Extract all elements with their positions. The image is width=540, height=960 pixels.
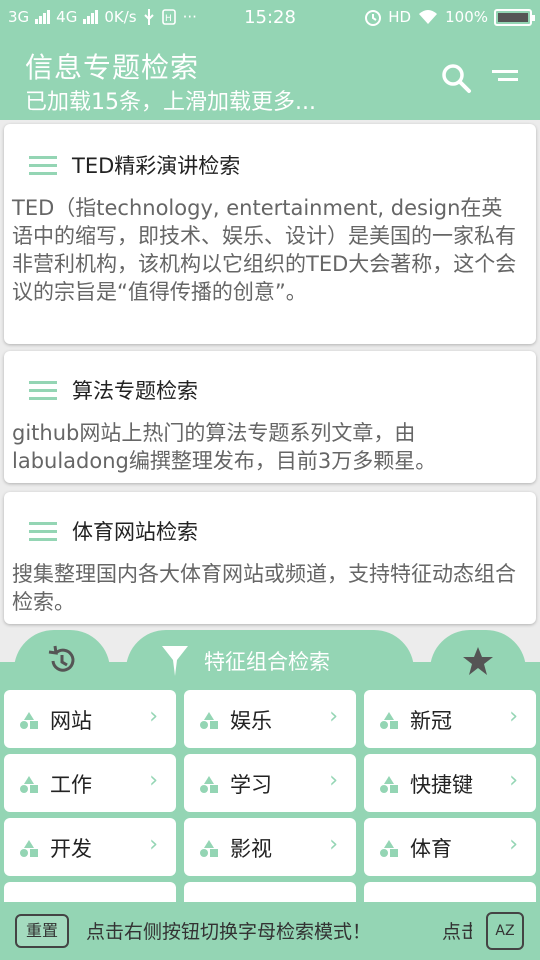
category-item[interactable]: 娱乐 › bbox=[184, 690, 356, 748]
category-item-partial[interactable] bbox=[184, 882, 356, 902]
category-item[interactable]: 快捷键 › bbox=[364, 754, 536, 812]
load-status: 已加载15条，上滑加载更多... bbox=[25, 90, 316, 115]
card-title: 体育网站检索 bbox=[72, 520, 198, 544]
hint-marquee: 点击右侧按钮切换字母检索模式！ bbox=[86, 921, 372, 943]
shapes-icon bbox=[380, 776, 398, 793]
category-label: 影视 bbox=[230, 837, 272, 861]
wifi-icon bbox=[419, 10, 438, 24]
topic-card-sports[interactable]: 体育网站检索 搜集整理国内各大体育网站或频道，支持特征动态组合检索。 bbox=[4, 492, 536, 624]
feature-search-label: 特征组合检索 bbox=[204, 650, 330, 674]
shapes-icon bbox=[20, 712, 38, 729]
topic-card-ted[interactable]: TED精彩演讲检索 TED（指technology, entertainment… bbox=[4, 124, 536, 344]
bottom-bar: 重置 点击右侧按钮切换字母检索模式！ 点击 AZ bbox=[0, 902, 540, 960]
chevron-right-icon: › bbox=[509, 832, 518, 857]
card-title: 算法专题检索 bbox=[72, 379, 198, 403]
star-icon bbox=[463, 647, 493, 675]
category-item[interactable]: 网站 › bbox=[4, 690, 176, 748]
favorites-tab[interactable] bbox=[430, 630, 526, 690]
shapes-icon bbox=[200, 712, 218, 729]
card-title: TED精彩演讲检索 bbox=[72, 154, 241, 178]
category-item[interactable]: 学习 › bbox=[184, 754, 356, 812]
topic-card-algorithm[interactable]: 算法专题检索 github网站上热门的算法专题系列文章，由labuladong编… bbox=[4, 351, 536, 483]
app-header: 信息专题检索 已加载15条，上滑加载更多... bbox=[0, 36, 540, 120]
search-icon[interactable] bbox=[440, 62, 472, 94]
chevron-right-icon: › bbox=[329, 704, 338, 729]
category-label: 新冠 bbox=[410, 709, 452, 733]
category-item-partial[interactable] bbox=[364, 882, 536, 902]
shapes-icon bbox=[380, 840, 398, 857]
category-item[interactable]: 工作 › bbox=[4, 754, 176, 812]
alarm-icon bbox=[365, 10, 382, 26]
chevron-right-icon: › bbox=[509, 768, 518, 793]
shapes-icon bbox=[200, 840, 218, 857]
reset-button[interactable]: 重置 bbox=[15, 914, 69, 948]
category-item[interactable]: 开发 › bbox=[4, 818, 176, 876]
hd-label: HD bbox=[388, 8, 412, 26]
history-tab[interactable] bbox=[14, 630, 110, 690]
menu-icon bbox=[29, 522, 59, 542]
shapes-icon bbox=[20, 776, 38, 793]
category-label: 快捷键 bbox=[410, 773, 473, 797]
category-item[interactable]: 新冠 › bbox=[364, 690, 536, 748]
funnel-icon bbox=[162, 646, 188, 676]
chevron-right-icon: › bbox=[149, 768, 158, 793]
shapes-icon bbox=[200, 776, 218, 793]
category-label: 开发 bbox=[50, 837, 92, 861]
chevron-right-icon: › bbox=[329, 768, 338, 793]
category-item[interactable]: 影视 › bbox=[184, 818, 356, 876]
menu-icon bbox=[29, 156, 59, 176]
battery-icon bbox=[494, 8, 535, 26]
chevron-right-icon: › bbox=[329, 832, 338, 857]
category-item[interactable]: 体育 › bbox=[364, 818, 536, 876]
hint-marquee-tail: 点击 bbox=[442, 921, 472, 943]
category-label: 学习 bbox=[230, 773, 272, 797]
card-description: 搜集整理国内各大体育网站或频道，支持特征动态组合检索。 bbox=[12, 562, 516, 614]
category-label: 工作 bbox=[50, 773, 92, 797]
menu-icon[interactable] bbox=[492, 68, 520, 88]
status-bar: 3G 4G 0K/s H ··· 15:28 HD 100% bbox=[0, 0, 540, 36]
battery-percent: 100% bbox=[445, 8, 488, 26]
category-panel: 网站 › 娱乐 › 新冠 › 工作 › 学习 › 快捷键 › 开发 › 影视 ›… bbox=[0, 662, 540, 902]
category-item-partial[interactable] bbox=[4, 882, 176, 902]
chevron-right-icon: › bbox=[149, 704, 158, 729]
status-right: HD 100% bbox=[364, 8, 535, 26]
shapes-icon bbox=[20, 840, 38, 857]
category-label: 娱乐 bbox=[230, 709, 272, 733]
az-mode-button[interactable]: AZ bbox=[486, 912, 524, 950]
page-title: 信息专题检索 bbox=[25, 51, 200, 84]
history-icon bbox=[48, 645, 75, 672]
chevron-right-icon: › bbox=[149, 832, 158, 857]
shapes-icon bbox=[380, 712, 398, 729]
category-label: 网站 bbox=[50, 709, 92, 733]
chevron-right-icon: › bbox=[509, 704, 518, 729]
card-description: TED（指technology, entertainment, design在英… bbox=[12, 196, 517, 304]
category-label: 体育 bbox=[410, 837, 452, 861]
menu-icon bbox=[29, 381, 59, 401]
card-description: github网站上热门的算法专题系列文章，由labuladong编撰整理发布，目… bbox=[12, 421, 437, 473]
category-tabs: 特征组合检索 bbox=[0, 628, 540, 690]
